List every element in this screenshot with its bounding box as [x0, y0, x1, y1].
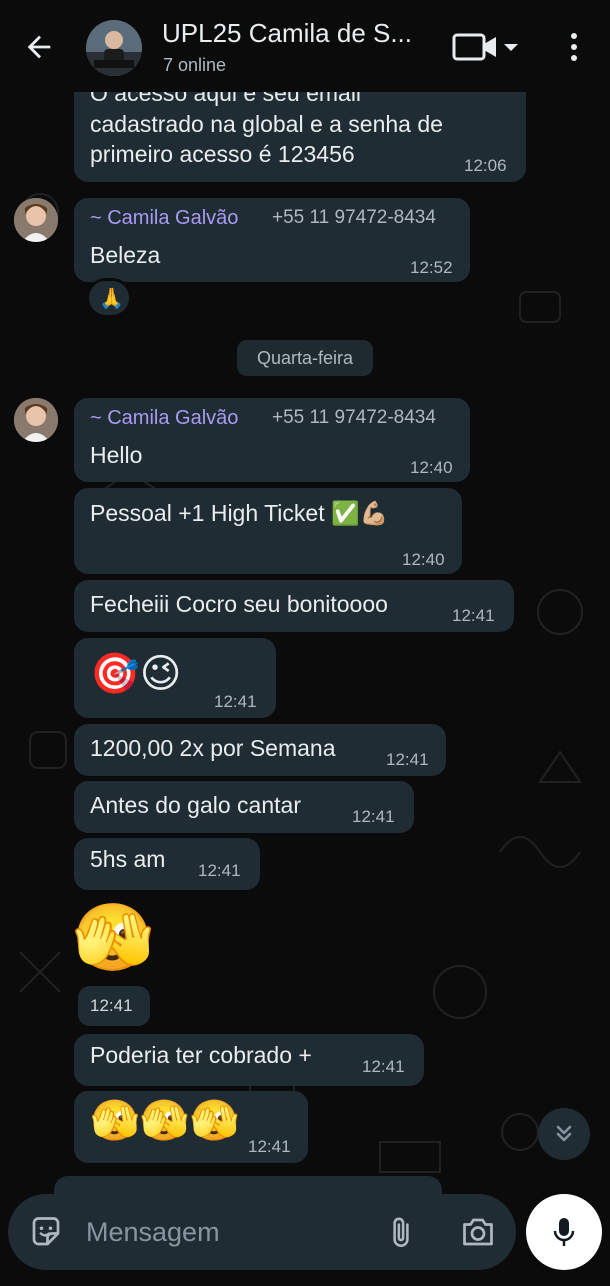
message-bubble[interactable]: Poderia ter cobrado + 12:41	[74, 1034, 424, 1086]
date-separator: Quarta-feira	[237, 340, 373, 376]
message-bubble[interactable]: 🎯😉 12:41	[74, 638, 276, 718]
message-text: Antes do galo cantar	[90, 792, 301, 818]
sender-phone: +55 11 97472-8434	[272, 407, 436, 428]
message-time: 12:40	[410, 458, 453, 477]
message-bubble[interactable]: 🫣🫣🫣 12:41	[74, 1091, 308, 1163]
message-text: cadastrado na global e a senha de	[90, 111, 443, 137]
message-text: Hello	[90, 442, 143, 468]
more-vertical-icon[interactable]	[562, 30, 586, 64]
message-bubble	[54, 1176, 442, 1194]
group-avatar[interactable]	[86, 20, 142, 76]
message-time: 12:52	[410, 258, 453, 277]
chat-title[interactable]: UPL25 Camila de S...	[162, 18, 432, 49]
message-bubble[interactable]: ~ Camila Galvão +55 11 97472-8434 Beleza…	[74, 198, 470, 282]
microphone-icon	[553, 1218, 575, 1246]
message-bubble[interactable]: Fecheiii Cocro seu bonitoooo 12:41	[74, 580, 514, 632]
message-text: primeiro acesso é 123456	[90, 141, 355, 167]
voice-record-button[interactable]	[526, 1194, 602, 1270]
message-bubble[interactable]: 1200,00 2x por Semana 12:41	[74, 724, 446, 776]
message-time: 12:40	[402, 550, 445, 569]
message-text: Poderia ter cobrado +	[90, 1042, 312, 1068]
message-text: Fecheiii Cocro seu bonitoooo	[90, 591, 388, 617]
message-text: Beleza	[90, 242, 161, 268]
message-time: 12:41	[352, 807, 395, 826]
message-text: 🎯😉	[90, 652, 182, 696]
message-time: 12:41	[198, 861, 241, 880]
message-input[interactable]: Mensagem	[86, 1217, 220, 1248]
message-time: 12:41	[214, 692, 257, 711]
message-time: 12:06	[464, 156, 507, 175]
message-time: 12:41	[452, 606, 495, 625]
chat-header: UPL25 Camila de S... 7 online	[0, 0, 610, 92]
message-bubble[interactable]: ~ Camila Galvão +55 11 97472-8434 Hello …	[74, 398, 470, 482]
sender-avatar[interactable]	[14, 398, 58, 442]
message-bubble[interactable]: 5hs am 12:41	[74, 838, 260, 890]
message-input-bar[interactable]: Mensagem	[8, 1194, 516, 1270]
sender-phone: +55 11 97472-8434	[272, 207, 436, 228]
large-emoji[interactable]: 🫣	[72, 900, 154, 974]
scroll-to-bottom-button[interactable]	[538, 1108, 590, 1160]
arrow-left-icon[interactable]	[22, 30, 56, 64]
double-chevron-down-icon	[556, 1125, 572, 1142]
video-call-icon[interactable]	[452, 32, 518, 62]
message-text: 5hs am	[90, 846, 166, 872]
message-text: 1200,00 2x por Semana	[90, 735, 336, 761]
message-time: 12:41	[386, 750, 429, 769]
timestamp-chip: 12:41	[78, 986, 150, 1026]
message-bubble[interactable]: Pessoal +1 High Ticket ✅💪🏼 12:40	[74, 488, 462, 574]
sticker-icon[interactable]	[28, 1214, 64, 1250]
message-reaction[interactable]: 🙏	[86, 278, 132, 318]
message-bubble[interactable]: Antes do galo cantar 12:41	[74, 781, 414, 833]
message-text: 🫣🫣🫣	[90, 1099, 240, 1143]
sender-name[interactable]: ~ Camila Galvão	[90, 407, 238, 430]
online-count: 7 online	[163, 55, 227, 75]
sender-avatar[interactable]	[14, 198, 58, 242]
reaction-emoji: 🙏	[99, 288, 124, 310]
camera-icon[interactable]	[460, 1215, 496, 1249]
message-time: 12:41	[248, 1137, 291, 1156]
message-time: 12:41	[362, 1057, 405, 1076]
message-time: 12:41	[90, 996, 133, 1015]
sender-name[interactable]: ~ Camila Galvão	[90, 207, 238, 230]
message-text: Pessoal +1 High Ticket ✅💪🏼	[90, 500, 389, 526]
paperclip-icon[interactable]	[384, 1214, 418, 1252]
